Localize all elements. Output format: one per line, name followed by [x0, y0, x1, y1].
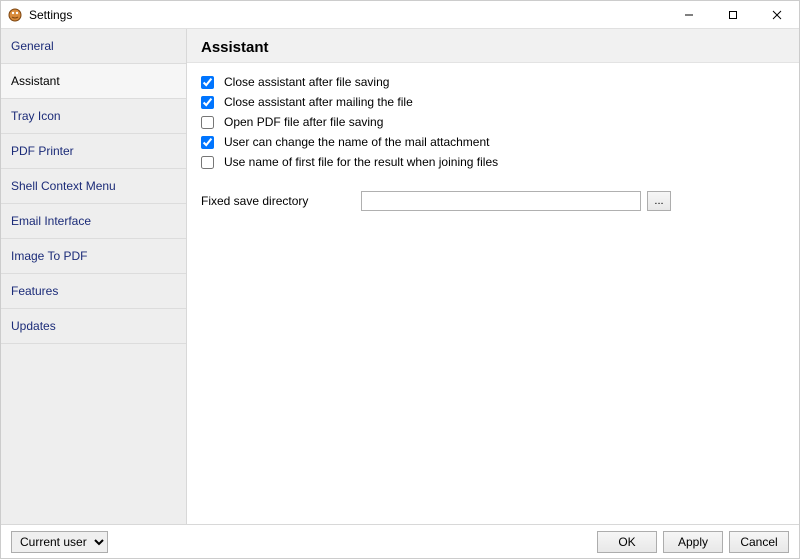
minimize-button[interactable]: [667, 1, 711, 29]
settings-window: Settings General Assistant Tray Icon PDF…: [0, 0, 800, 559]
option-change-attachment-name: User can change the name of the mail att…: [201, 135, 785, 149]
sidebar-item-features[interactable]: Features: [1, 274, 186, 309]
sidebar-item-label: Email Interface: [11, 214, 91, 228]
panel-header: Assistant: [187, 29, 799, 63]
sidebar-item-assistant[interactable]: Assistant: [1, 64, 186, 99]
fixed-save-directory-row: Fixed save directory ...: [201, 191, 785, 211]
close-button[interactable]: [755, 1, 799, 29]
maximize-button[interactable]: [711, 1, 755, 29]
sidebar-item-label: Tray Icon: [11, 109, 61, 123]
option-close-after-mailing: Close assistant after mailing the file: [201, 95, 785, 109]
browse-button[interactable]: ...: [647, 191, 671, 211]
sidebar-item-label: Features: [11, 284, 58, 298]
option-label: Close assistant after file saving: [224, 75, 389, 89]
sidebar-item-image-to-pdf[interactable]: Image To PDF: [1, 239, 186, 274]
cancel-button[interactable]: Cancel: [729, 531, 789, 553]
sidebar-item-label: Assistant: [11, 74, 60, 88]
window-controls: [667, 1, 799, 28]
checkbox-close-after-mailing[interactable]: [201, 96, 214, 109]
option-close-after-saving: Close assistant after file saving: [201, 75, 785, 89]
checkbox-open-pdf-after-saving[interactable]: [201, 116, 214, 129]
checkbox-change-attachment-name[interactable]: [201, 136, 214, 149]
titlebar: Settings: [1, 1, 799, 29]
sidebar-item-shell-context-menu[interactable]: Shell Context Menu: [1, 169, 186, 204]
option-label: User can change the name of the mail att…: [224, 135, 489, 149]
option-label: Use name of first file for the result wh…: [224, 155, 498, 169]
option-open-pdf-after-saving: Open PDF file after file saving: [201, 115, 785, 129]
window-title: Settings: [29, 8, 72, 22]
checkbox-close-after-saving[interactable]: [201, 76, 214, 89]
sidebar-item-label: Shell Context Menu: [11, 179, 116, 193]
bottombar: Current user OK Apply Cancel: [1, 524, 799, 558]
scope-select[interactable]: Current user: [11, 531, 108, 553]
panel-title: Assistant: [201, 39, 785, 56]
sidebar-item-updates[interactable]: Updates: [1, 309, 186, 344]
ok-button[interactable]: OK: [597, 531, 657, 553]
sidebar-item-label: PDF Printer: [11, 144, 74, 158]
sidebar-item-label: Image To PDF: [11, 249, 87, 263]
sidebar: General Assistant Tray Icon PDF Printer …: [1, 29, 187, 524]
panel-content: Close assistant after file saving Close …: [187, 63, 799, 223]
dialog-buttons: OK Apply Cancel: [597, 531, 789, 553]
sidebar-item-label: Updates: [11, 319, 56, 333]
app-icon: [7, 7, 23, 23]
sidebar-filler: [1, 344, 186, 524]
option-label: Open PDF file after file saving: [224, 115, 383, 129]
apply-button[interactable]: Apply: [663, 531, 723, 553]
sidebar-item-general[interactable]: General: [1, 29, 186, 64]
option-label: Close assistant after mailing the file: [224, 95, 413, 109]
sidebar-item-email-interface[interactable]: Email Interface: [1, 204, 186, 239]
sidebar-item-pdf-printer[interactable]: PDF Printer: [1, 134, 186, 169]
fixed-save-directory-input[interactable]: [361, 191, 641, 211]
main-panel: Assistant Close assistant after file sav…: [187, 29, 799, 524]
checkbox-use-first-filename-on-join[interactable]: [201, 156, 214, 169]
fixed-save-directory-label: Fixed save directory: [201, 194, 361, 208]
sidebar-item-tray-icon[interactable]: Tray Icon: [1, 99, 186, 134]
sidebar-item-label: General: [11, 39, 54, 53]
body: General Assistant Tray Icon PDF Printer …: [1, 29, 799, 524]
option-use-first-filename-on-join: Use name of first file for the result wh…: [201, 155, 785, 169]
